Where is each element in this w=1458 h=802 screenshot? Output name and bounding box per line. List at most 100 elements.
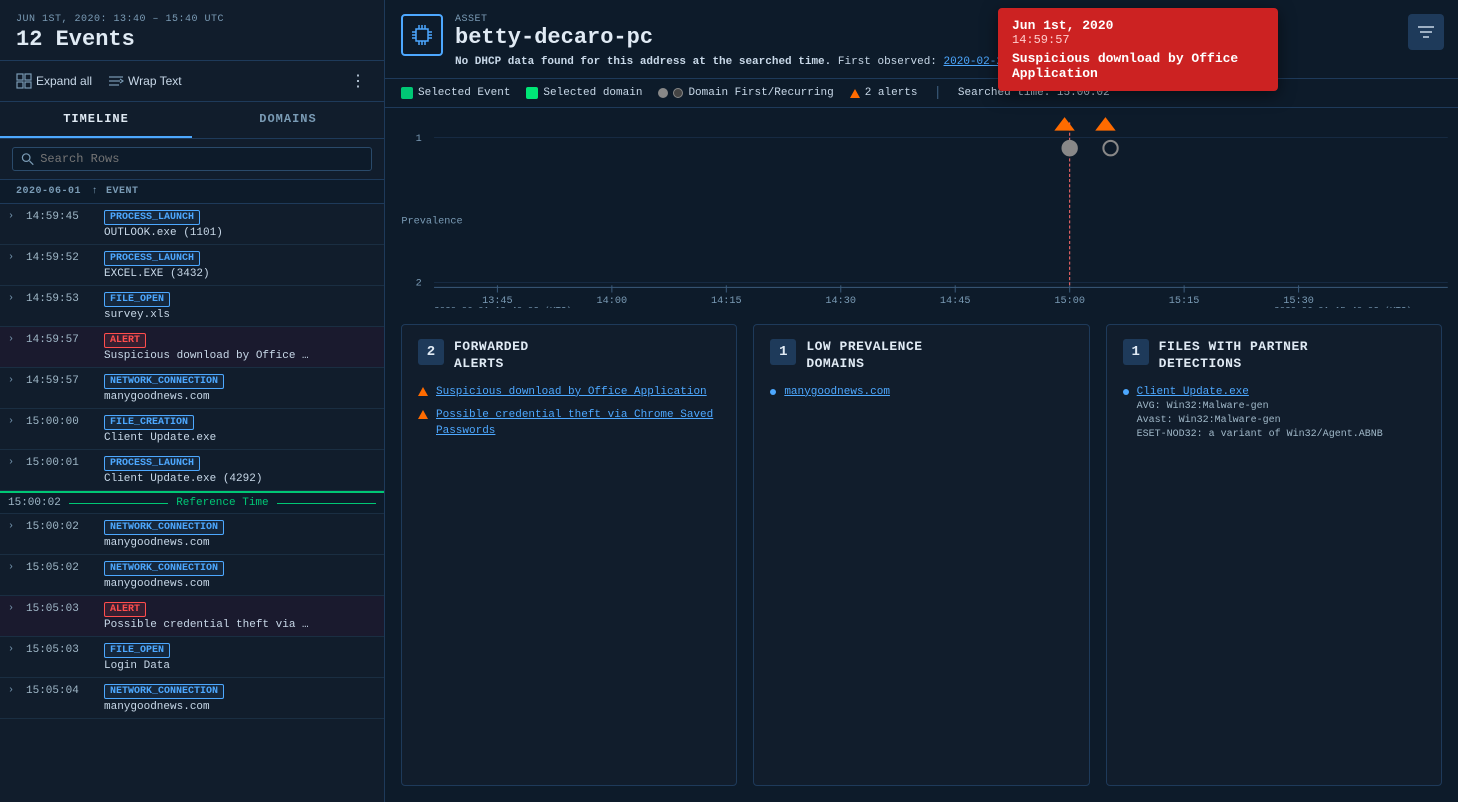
event-label: OUTLOOK.exe (1101) <box>104 227 376 239</box>
event-content: FILE_CREATION Client Update.exe <box>104 414 376 444</box>
expand-arrow[interactable]: › <box>8 250 22 263</box>
low-prevalence-list: manygoodnews.com <box>770 385 1072 400</box>
event-time: 14:59:45 <box>26 209 100 223</box>
svg-text:14:15: 14:15 <box>711 295 742 307</box>
event-row[interactable]: › 15:05:03 ALERT Possible credential the… <box>0 596 384 637</box>
event-badge: ALERT <box>104 602 146 617</box>
low-prevalence-count: 1 <box>770 339 796 365</box>
event-content: FILE_OPEN survey.xls <box>104 291 376 321</box>
event-badge: PROCESS_LAUNCH <box>104 210 200 225</box>
search-box <box>0 139 384 180</box>
event-time: 14:59:53 <box>26 291 100 305</box>
event-time: 14:59:57 <box>26 373 100 387</box>
col-event-header: EVENT <box>106 186 368 197</box>
event-row[interactable]: › 14:59:52 PROCESS_LAUNCH EXCEL.EXE (343… <box>0 245 384 286</box>
event-label: Client Update.exe <box>104 432 376 444</box>
event-content: NETWORK_CONNECTION manygoodnews.com <box>104 519 376 549</box>
tab-domains[interactable]: DOMAINS <box>192 102 384 138</box>
detection-item-1: Client Update.exe AVG: Win32:Malware-gen… <box>1123 385 1425 442</box>
svg-text:14:00: 14:00 <box>597 295 628 307</box>
event-row[interactable]: › 14:59:57 ALERT Suspicious download by … <box>0 327 384 368</box>
event-content: PROCESS_LAUNCH Client Update.exe (4292) <box>104 455 376 485</box>
expand-arrow[interactable]: › <box>8 373 22 386</box>
event-label: Suspicious download by Office … <box>104 350 376 362</box>
chart-svg: 1 2 Prevalence 13:45 14:00 14:15 14:30 <box>385 112 1458 308</box>
expand-arrow[interactable]: › <box>8 601 22 614</box>
expand-all-button[interactable]: Expand all <box>12 71 96 91</box>
selected-domain-dot <box>526 87 538 99</box>
event-row[interactable]: › 14:59:53 FILE_OPEN survey.xls <box>0 286 384 327</box>
tab-timeline[interactable]: TIMELINE <box>0 102 192 138</box>
alert-link-1[interactable]: Suspicious download by Office Applicatio… <box>436 385 707 400</box>
event-label: Login Data <box>104 660 376 672</box>
filter-button[interactable] <box>1408 14 1444 50</box>
expand-icon <box>16 73 32 89</box>
reference-time-row: 15:00:02 Reference Time <box>0 491 384 514</box>
detection-text-1: Client Update.exe AVG: Win32:Malware-gen… <box>1137 385 1383 442</box>
expand-arrow[interactable]: › <box>8 332 22 345</box>
event-label: manygoodnews.com <box>104 578 376 590</box>
expand-arrow[interactable]: › <box>8 519 22 532</box>
tooltip-date: Jun 1st, 2020 <box>1012 18 1264 33</box>
asset-name: betty-decaro-pc <box>455 25 1049 50</box>
event-badge: FILE_OPEN <box>104 643 170 658</box>
event-count: 12 Events <box>16 27 368 52</box>
event-row[interactable]: › 15:00:02 NETWORK_CONNECTION manygoodne… <box>0 514 384 555</box>
event-time: 15:05:03 <box>26 601 100 615</box>
wrap-text-button[interactable]: Wrap Text <box>104 72 186 90</box>
detection-file-link[interactable]: Client Update.exe <box>1137 385 1383 400</box>
forwarded-alerts-header: 2 FORWARDEDALERTS <box>418 339 720 373</box>
alert-link-2[interactable]: Possible credential theft via Chrome Sav… <box>436 408 720 439</box>
detection-eset: ESET-NOD32: a variant of Win32/Agent.ABN… <box>1137 428 1383 442</box>
legend-separator: | <box>934 85 942 101</box>
expand-arrow[interactable]: › <box>8 209 22 222</box>
event-time: 15:05:04 <box>26 683 100 697</box>
event-content: FILE_OPEN Login Data <box>104 642 376 672</box>
detection-dot-1 <box>1123 389 1129 395</box>
domain-link-1[interactable]: manygoodnews.com <box>784 385 890 400</box>
event-row[interactable]: › 15:05:03 FILE_OPEN Login Data <box>0 637 384 678</box>
alert-tri-icon-1 <box>418 387 428 396</box>
event-row[interactable]: › 15:05:02 NETWORK_CONNECTION manygoodne… <box>0 555 384 596</box>
svg-text:2: 2 <box>416 277 422 289</box>
event-label: Possible credential theft via … <box>104 619 376 631</box>
detection-avg: AVG: Win32:Malware-gen <box>1137 400 1383 414</box>
partner-detections-panel: 1 FILES WITH PARTNERDETECTIONS Client Up… <box>1106 324 1442 786</box>
expand-arrow[interactable]: › <box>8 291 22 304</box>
data-point-2 <box>1103 141 1117 155</box>
expand-arrow[interactable]: › <box>8 642 22 655</box>
expand-arrow[interactable]: › <box>8 683 22 696</box>
forwarded-alerts-list: Suspicious download by Office Applicatio… <box>418 385 720 439</box>
chart-area: 1 2 Prevalence 13:45 14:00 14:15 14:30 <box>385 108 1458 308</box>
expand-arrow[interactable]: › <box>8 560 22 573</box>
event-row[interactable]: › 14:59:45 PROCESS_LAUNCH OUTLOOK.exe (1… <box>0 204 384 245</box>
left-header: JUN 1ST, 2020: 13:40 – 15:40 UTC 12 Even… <box>0 0 384 61</box>
events-list[interactable]: › 14:59:45 PROCESS_LAUNCH OUTLOOK.exe (1… <box>0 204 384 802</box>
event-time: 15:05:02 <box>26 560 100 574</box>
alert-tooltip: Jun 1st, 2020 14:59:57 Suspicious downlo… <box>998 8 1278 91</box>
svg-text:Prevalence: Prevalence <box>401 215 462 227</box>
more-options-button[interactable]: ⋮ <box>344 69 372 93</box>
expand-arrow[interactable]: › <box>8 455 22 468</box>
event-badge: NETWORK_CONNECTION <box>104 561 224 576</box>
domain-item-1: manygoodnews.com <box>770 385 1072 400</box>
svg-text:1: 1 <box>416 133 422 145</box>
expand-arrow[interactable]: › <box>8 414 22 427</box>
svg-text:14:45: 14:45 <box>940 295 971 307</box>
alert-item-2: Possible credential theft via Chrome Sav… <box>418 408 720 439</box>
asset-info: ASSET betty-decaro-pc No DHCP data found… <box>455 14 1049 68</box>
event-content: ALERT Possible credential theft via … <box>104 601 376 631</box>
right-panel: ASSET betty-decaro-pc No DHCP data found… <box>385 0 1458 802</box>
event-row[interactable]: › 15:05:04 NETWORK_CONNECTION manygoodne… <box>0 678 384 719</box>
event-row[interactable]: › 14:59:57 NETWORK_CONNECTION manygoodne… <box>0 368 384 409</box>
svg-text:2020-06-01 13:40:02 (UTC): 2020-06-01 13:40:02 (UTC) <box>434 305 572 308</box>
event-row[interactable]: › 15:00:00 FILE_CREATION Client Update.e… <box>0 409 384 450</box>
wrap-text-icon <box>108 74 124 88</box>
svg-text:2020-06-01 15:40:02 (UTC): 2020-06-01 15:40:02 (UTC) <box>1274 305 1412 308</box>
legend-alerts: 2 alerts <box>850 87 918 99</box>
search-input[interactable] <box>40 152 363 166</box>
event-time: 15:05:03 <box>26 642 100 656</box>
partner-detections-header: 1 FILES WITH PARTNERDETECTIONS <box>1123 339 1425 373</box>
event-row[interactable]: › 15:00:01 PROCESS_LAUNCH Client Update.… <box>0 450 384 491</box>
event-label: manygoodnews.com <box>104 701 376 713</box>
